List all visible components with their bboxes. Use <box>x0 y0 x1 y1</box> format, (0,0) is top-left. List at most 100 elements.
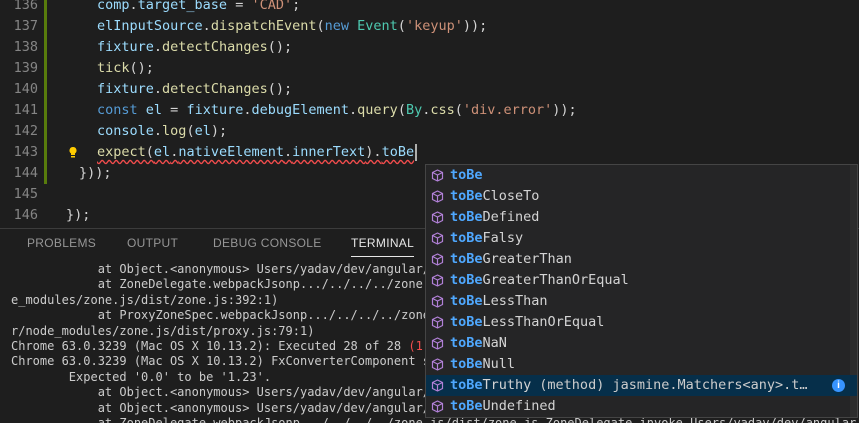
suggestion-rest: Truthy <box>482 377 532 393</box>
terminal-line-text: at ZoneDelegate.webpackJsonp.../../../..… <box>11 277 438 292</box>
method-cube-icon <box>431 253 444 266</box>
terminal-line-text: at Object.<anonymous> Users/yadav/dev/an… <box>11 385 438 400</box>
method-cube-icon <box>431 358 444 371</box>
code-token: ; <box>292 0 301 13</box>
suggestion-rest: Defined <box>482 209 540 225</box>
code-token: const <box>97 102 138 118</box>
suggestion-label: toBeCloseTo <box>450 186 539 207</box>
suggestion-label: toBeDefined <box>450 207 539 228</box>
code-token: debugElement <box>251 102 350 118</box>
code-token: . <box>349 102 358 118</box>
code-token: ( <box>316 18 325 34</box>
code-token: innerText <box>292 144 366 160</box>
code-text: }); <box>66 205 90 226</box>
code-token: )); <box>552 102 577 118</box>
code-token: 'div.error' <box>462 102 553 118</box>
autocomplete-suggestion-list[interactable]: toBe toBeCloseTo toBeDefined toBeFalsy toBeG… <box>425 164 858 418</box>
code-token: comp <box>97 0 130 13</box>
match-highlight: toBe <box>450 377 483 393</box>
line-number: 140 <box>13 81 38 97</box>
suggestion-item[interactable]: toBeFalsy <box>426 228 857 249</box>
code-token: (); <box>267 81 293 97</box>
code-token: target_base <box>137 0 228 13</box>
match-highlight: toBe <box>450 188 483 204</box>
code-token: fixture <box>186 102 244 118</box>
suggestion-item[interactable]: toBe <box>426 165 857 186</box>
code-line[interactable]: 139 tick(); <box>0 58 859 79</box>
terminal-line: at Object.<anonymous> Users/yadav/dev/an… <box>11 384 438 400</box>
suggestion-rest: LessThanOrEqual <box>482 314 605 330</box>
suggestion-label: toBeNull <box>450 354 515 375</box>
method-cube-icon <box>431 274 444 287</box>
match-highlight: toBe <box>450 356 483 372</box>
code-token: ( <box>145 144 154 160</box>
terminal-line: Chrome 63.0.3239 (Mac OS X 10.13.2) FxCo… <box>11 353 437 369</box>
code-token: ( <box>397 102 406 118</box>
terminal-line: Expected '0.0' to be '1.23'. <box>11 369 271 385</box>
code-token: dispatchEvent <box>210 18 317 34</box>
line-number: 146 <box>13 207 38 223</box>
code-token: query <box>357 102 398 118</box>
suggestion-item[interactable]: toBeUndefined <box>426 396 857 417</box>
code-line[interactable]: 138 fixture.detectChanges(); <box>0 37 859 58</box>
code-token: ( <box>454 102 463 118</box>
suggestion-item[interactable]: toBeGreaterThanOrEqual <box>426 270 857 291</box>
code-token: el <box>194 123 211 139</box>
suggestion-item[interactable]: toBeLessThan <box>426 291 857 312</box>
code-text: tick(); <box>97 58 154 79</box>
terminal-line-text: Chrome 63.0.3239 (Mac OS X 10.13.2): Exe… <box>11 339 409 353</box>
modified-line-marker <box>44 58 47 79</box>
match-highlight: toBe <box>450 209 483 225</box>
suggestion-item[interactable]: toBeLessThanOrEqual <box>426 312 857 333</box>
code-text: const el = fixture.debugElement.query(By… <box>97 100 577 121</box>
suggestion-rest: LessThan <box>482 293 548 309</box>
code-token: new <box>324 18 350 34</box>
suggestion-rest: Falsy <box>482 230 524 246</box>
info-icon[interactable]: i <box>832 379 845 392</box>
code-line[interactable]: 136 comp.target_base = 'CAD'; <box>0 0 859 16</box>
match-highlight: toBe <box>450 230 483 246</box>
line-number: 141 <box>13 102 38 118</box>
modified-line-marker <box>44 142 47 163</box>
suggestion-item[interactable]: toBeGreaterThan <box>426 249 857 270</box>
modified-line-marker <box>44 0 47 16</box>
code-text: fixture.detectChanges(); <box>97 37 292 58</box>
lightbulb-icon[interactable] <box>68 146 78 159</box>
code-token: Event <box>357 18 398 34</box>
code-token: ( <box>397 18 406 34</box>
suggestion-item[interactable]: toBeTruthy (method) jasmine.Matchers<any>… <box>426 375 857 396</box>
method-cube-icon <box>431 211 444 224</box>
suggestion-item[interactable]: toBeNull <box>426 354 857 375</box>
suggestion-detail: (method) jasmine.Matchers<any>.t… <box>539 377 808 393</box>
terminal-line: at Object.<anonymous> Users/yadav/dev/an… <box>11 400 438 416</box>
code-token: = <box>162 102 187 118</box>
tab-output[interactable]: OUTPUT <box>127 236 178 250</box>
code-line[interactable]: 141 const el = fixture.debugElement.query… <box>0 100 859 121</box>
code-line[interactable]: 137 elInputSource.dispatchEvent(new Event… <box>0 16 859 37</box>
code-token: . <box>153 39 163 55</box>
suggestion-label: toBeLessThanOrEqual <box>450 312 604 333</box>
code-line[interactable]: 143 expect(el.nativeElement.innerText).to… <box>0 142 859 163</box>
code-token: )); <box>462 18 488 34</box>
tab-debug-console[interactable]: DEBUG CONSOLE <box>213 236 322 250</box>
terminal-line: r/node_modules/zone.js/dist/proxy.js:79:… <box>11 323 314 339</box>
error-squiggle[interactable]: expect(el.nativeElement.innerText).toBe <box>97 144 414 160</box>
terminal-line: Chrome 63.0.3239 (Mac OS X 10.13.2): Exe… <box>11 338 437 354</box>
terminal-line-text: e_modules/zone.js/dist/zone.js:392:1) <box>11 292 279 307</box>
tab-problems[interactable]: PROBLEMS <box>27 236 96 250</box>
match-highlight: toBe <box>450 335 483 351</box>
suggestion-item[interactable]: toBeNaN <box>426 333 857 354</box>
code-text: comp.target_base = 'CAD'; <box>97 0 300 16</box>
terminal-line-text: r/node_modules/zone.js/dist/proxy.js:79:… <box>11 323 315 338</box>
suggestion-item[interactable]: toBeDefined <box>426 207 857 228</box>
code-token: })); <box>79 165 112 181</box>
terminal-line-text: at Object.<anonymous> Users/yadav/dev/an… <box>11 262 438 276</box>
tab-terminal[interactable]: TERMINAL <box>351 236 415 257</box>
code-line[interactable]: 142 console.log(el); <box>0 121 859 142</box>
suggestion-item[interactable]: toBeCloseTo <box>426 186 857 207</box>
code-text: expect(el.nativeElement.innerText).toBe <box>97 142 418 163</box>
method-cube-icon <box>431 400 444 413</box>
method-cube-icon <box>431 337 444 350</box>
code-line[interactable]: 140 fixture.detectChanges(); <box>0 79 859 100</box>
